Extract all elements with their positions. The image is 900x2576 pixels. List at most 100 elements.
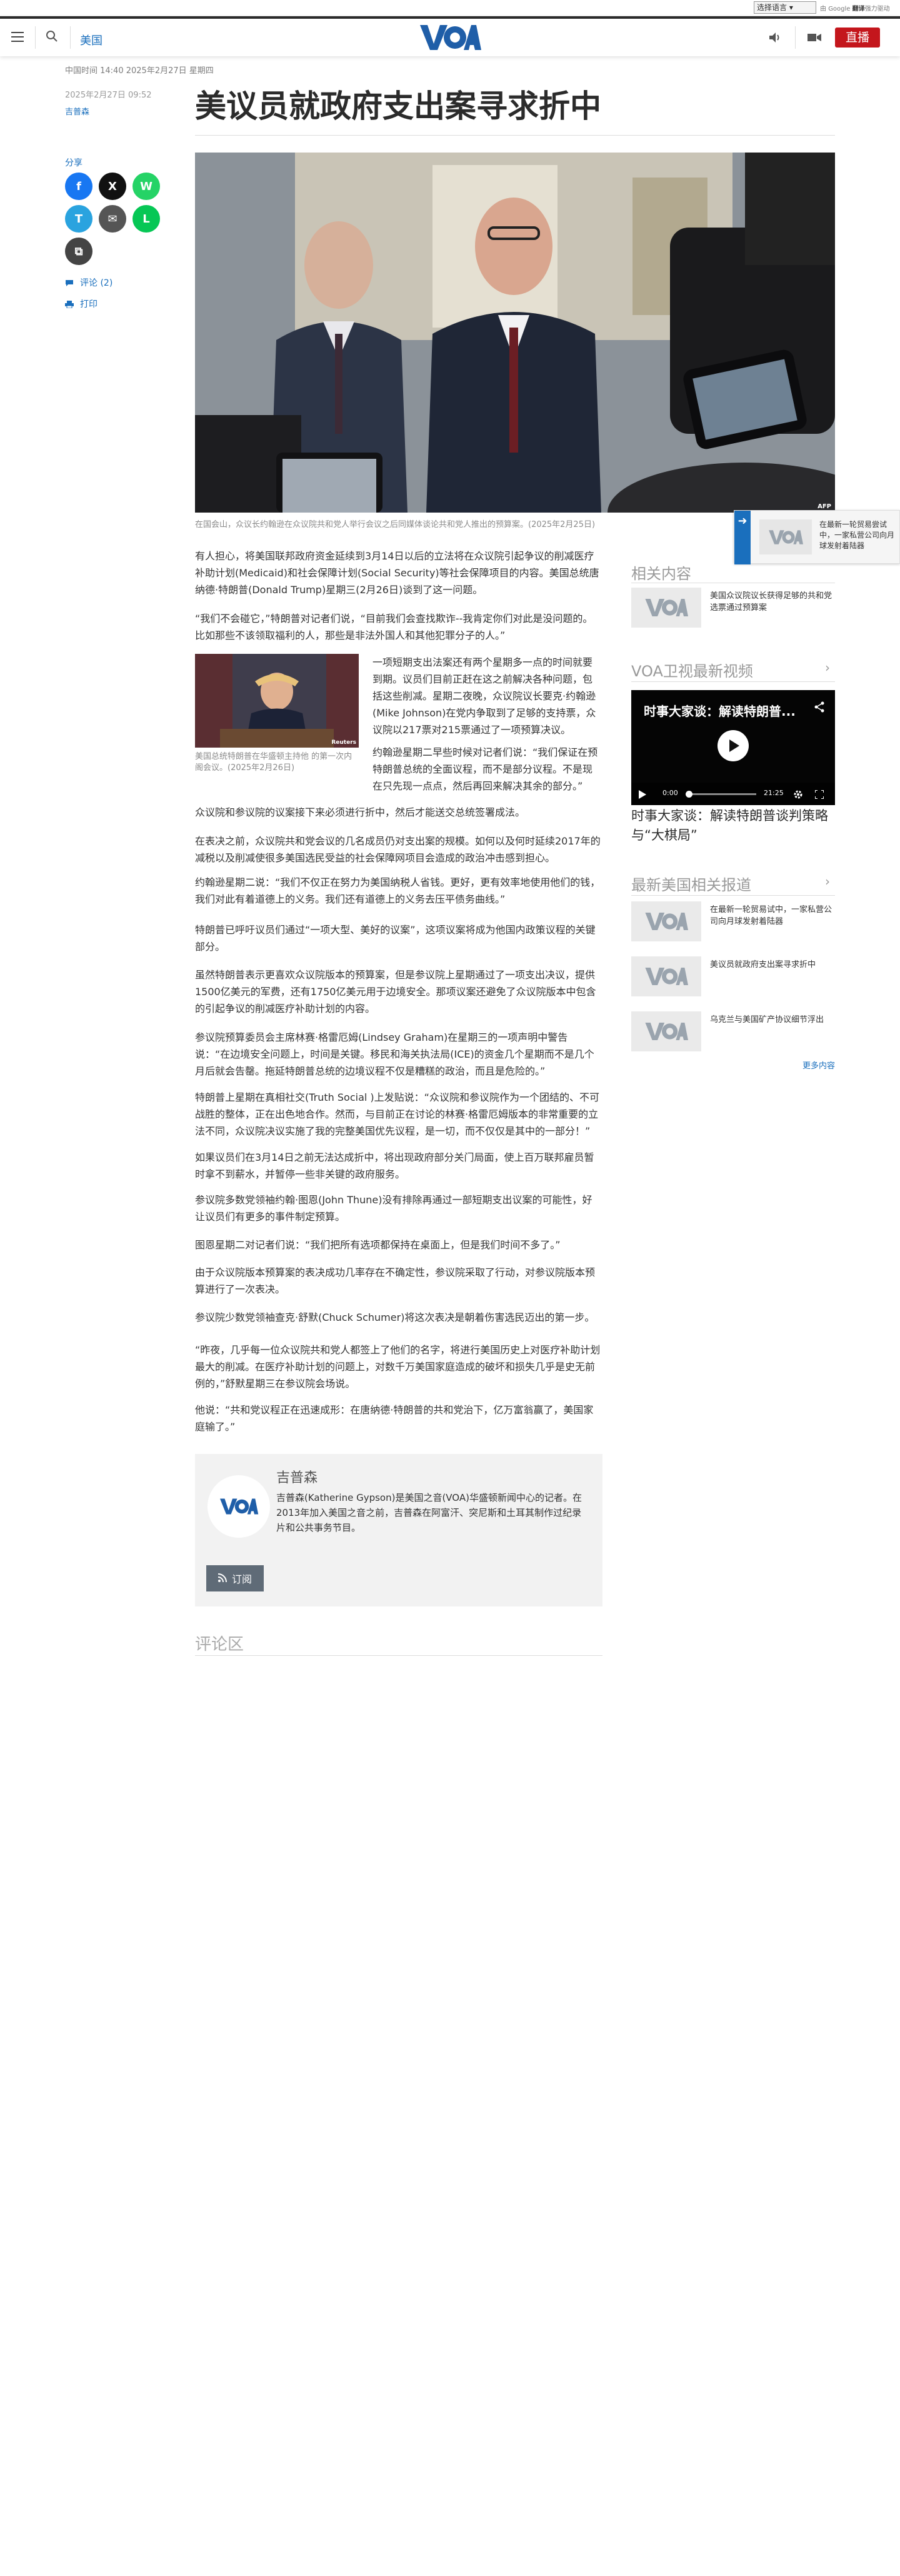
floating-story-card[interactable]: ➜ 在最新一轮贸易尝试中，一家私营公司向月球发射着陆器 <box>734 510 900 564</box>
video-heading[interactable]: VOA卫视最新视频 <box>631 659 753 681</box>
latest-heading[interactable]: 最新美国相关报道 <box>631 873 751 895</box>
video-current-time: 0:00 <box>662 789 678 797</box>
section-divider <box>631 681 835 682</box>
header-divider <box>795 26 796 49</box>
line-share-icon[interactable]: L <box>132 205 160 233</box>
title-divider <box>195 135 835 136</box>
related-heading: 相关内容 <box>631 565 691 583</box>
voa-thumbnail <box>631 588 701 628</box>
google-wordmark: Google <box>828 6 851 13</box>
whatsapp-share-icon[interactable]: W <box>132 173 160 200</box>
author-avatar[interactable] <box>208 1475 270 1538</box>
comments-link[interactable]: 评论 (2) <box>65 276 112 289</box>
email-share-icon[interactable]: ✉ <box>99 205 126 233</box>
copy-link-icon[interactable]: ⧉ <box>65 238 92 265</box>
video-title-link[interactable]: 时事大家谈：解读特朗普谈判策略与“大棋局” <box>631 806 835 845</box>
subscribe-label: 订阅 <box>231 1573 252 1585</box>
section-link[interactable]: 美国 <box>80 32 102 48</box>
language-select-label: 选择语言 <box>757 3 788 12</box>
article-paragraph: “我们不会碰它，”特朗普对记者们说，“目前我们会查找欺诈--我肯定你们对此是没问… <box>195 613 593 641</box>
fullscreen-icon[interactable] <box>814 789 824 801</box>
chevron-right-icon[interactable]: › <box>825 660 830 675</box>
related-item-title: 美国众议院议长获得足够的共和党选票通过预算案 <box>710 591 832 613</box>
latest-item[interactable]: 在最新一轮贸易试中，一家私营公司向月球发射着陆器 <box>631 901 835 948</box>
settings-icon[interactable] <box>794 789 802 801</box>
photo-credit: Reuters <box>331 739 356 746</box>
article-paragraph: 约翰逊星期二早些时候对记者们说：“我们保证在预特朗普总统的全面议程，而不是部分议… <box>372 746 598 792</box>
latest-item-title: 美议员就政府支出案寻求折中 <box>710 960 816 970</box>
telegram-share-icon[interactable]: T <box>65 205 92 233</box>
inline-caption: 美国总统特朗普在华盛顿主持他 的第一次内阁会议。(2025年2月26日) <box>195 752 352 773</box>
article-paragraph: 特朗普已呼吁议员们通过“一项大型、美好的议案”，这项议案将成为他国内政策议程的关… <box>195 924 596 953</box>
site-header: 美国 直播 <box>0 16 900 56</box>
voa-thumbnail <box>759 519 812 554</box>
comments-link-label: 评论 (2) <box>80 278 113 288</box>
voa-thumbnail <box>631 1011 701 1051</box>
video-total-time: 21:25 <box>764 789 784 797</box>
video-controls: 0:00 21:25 <box>631 783 835 805</box>
x-share-icon[interactable]: X <box>99 173 126 200</box>
play-icon[interactable] <box>718 730 749 761</box>
voa-logo[interactable] <box>419 23 481 53</box>
article-paragraph: 参议院多数党领袖约翰·图恩(John Thune)没有排除再通过一部短期支出议案… <box>195 1194 592 1223</box>
menu-icon[interactable] <box>9 29 26 46</box>
article-paragraph: 他说：“共和党议程正在迅速成形：在唐纳德·特朗普的共和党治下，亿万富翁赢了，美国… <box>195 1404 594 1433</box>
translate-powered-by: 由 Google 翻译强力驱动 <box>820 6 890 13</box>
comment-icon <box>65 279 74 287</box>
inline-photo: Reuters <box>195 654 359 748</box>
article-paragraph: 有人担心，将美国联邦政府资金延续到3月14日以后的立法将在众议院引起争议的削减医… <box>195 550 599 596</box>
translate-bar: 选择语言 ▾ 由 Google 翻译强力驱动 <box>0 0 900 16</box>
share-icon[interactable] <box>814 701 825 715</box>
article-paragraph: 特朗普上星期在真相社交(Truth Social )上发贴说：“众议院和参议院作… <box>195 1091 599 1137</box>
author-box: 吉普森 吉普森(Katherine Gypson)是美国之音(VOA)华盛顿新闻… <box>195 1454 602 1606</box>
article-paragraph: 一项短期支出法案还有两个星期多一点的时间就要到期。议员们目前正赶在这之前解决各种… <box>372 656 596 736</box>
section-divider <box>631 895 835 896</box>
related-item[interactable]: 美国众议院议长获得足够的共和党选票通过预算案 <box>631 588 835 634</box>
photo-credit: AFP <box>818 503 831 510</box>
article-date: 2025年2月27日 09:52 <box>65 91 152 100</box>
article-paragraph: 虽然特朗普表示更喜欢众议院版本的预算案，但是参议院上星期通过了一项支出决议，提供… <box>195 969 596 1015</box>
header-divider <box>35 26 36 49</box>
arrow-right-icon[interactable]: ➜ <box>734 511 751 564</box>
facebook-share-icon[interactable]: f <box>65 173 92 200</box>
article-paragraph: “昨夜，几乎每一位众议院共和党人都签上了他们的名字，将进行美国历史上对医疗补助计… <box>195 1344 601 1390</box>
print-icon <box>65 301 74 309</box>
video-player[interactable]: 时事大家谈：解读特朗普... 0:00 21:25 <box>631 690 835 805</box>
latest-item[interactable]: 美议员就政府支出案寻求折中 <box>631 956 835 1003</box>
print-link-label: 打印 <box>80 299 98 309</box>
subscribe-button[interactable]: 订阅 <box>206 1565 264 1591</box>
author-bio: 吉普森(Katherine Gypson)是美国之音(VOA)华盛顿新闻中心的记… <box>276 1492 582 1533</box>
article-paragraph: 在表决之前，众议院共和党会议的几名成员仍对支出案的规模。如何以及何时延续2017… <box>195 835 601 864</box>
chevron-right-icon[interactable]: › <box>825 874 830 889</box>
more-link[interactable]: 更多内容 <box>802 1059 835 1071</box>
search-icon[interactable] <box>45 29 61 46</box>
latest-item-title: 在最新一轮贸易试中，一家私营公司向月球发射着陆器 <box>710 905 832 926</box>
video-camera-icon[interactable] <box>806 30 824 45</box>
comments-section-title: 评论区 <box>195 1635 244 1654</box>
voa-thumbnail <box>631 956 701 996</box>
article-paragraph: 如果议员们在3月14日之前无法达成折中，将出现政府部分关门局面，使上百万联邦雇员… <box>195 1151 594 1180</box>
article-paragraph: 参议院少数党领袖查克·舒默(Chuck Schumer)将这次表决是朝着伤害选民… <box>195 1311 595 1323</box>
article-paragraph: 参议院预算委员会主席林赛·格雷厄姆(Lindsey Graham)在星期三的一项… <box>195 1031 594 1077</box>
rss-icon <box>218 1573 227 1585</box>
latest-item[interactable]: 乌克兰与美国矿产协议细节浮出 <box>631 1011 835 1058</box>
page-timestamp: 中国时间 14:40 2025年2月27日 星期四 <box>65 66 214 76</box>
play-small-icon[interactable] <box>639 789 646 801</box>
article-paragraph: 约翰逊星期二说：“我们不仅正在努力为美国纳税人省钱。更好，更有效率地使用他们的钱… <box>195 876 601 905</box>
live-button[interactable]: 直播 <box>835 28 880 48</box>
video-progress-bar[interactable] <box>686 791 756 798</box>
author-name[interactable]: 吉普森 <box>276 1466 318 1486</box>
latest-item-title: 乌克兰与美国矿产协议细节浮出 <box>710 1015 824 1025</box>
share-label: 分享 <box>65 158 82 168</box>
article-paragraph: 众议院和参议院的议案接下来必须进行折中，然后才能送交总统签署成法。 <box>195 806 526 818</box>
comments-divider <box>195 1655 602 1656</box>
language-select[interactable]: 选择语言 ▾ <box>754 1 816 14</box>
voa-thumbnail <box>631 901 701 941</box>
print-link[interactable]: 打印 <box>65 298 98 310</box>
hero-photo: AFP <box>195 153 835 513</box>
article-author-link[interactable]: 吉普森 <box>65 105 89 117</box>
article-title: 美议员就政府支出案寻求折中 <box>195 88 601 124</box>
audio-icon[interactable] <box>768 30 784 45</box>
floating-story-title: 在最新一轮贸易尝试中，一家私营公司向月球发射着陆器 <box>819 520 895 550</box>
video-overlay-title: 时事大家谈：解读特朗普... <box>644 704 796 719</box>
